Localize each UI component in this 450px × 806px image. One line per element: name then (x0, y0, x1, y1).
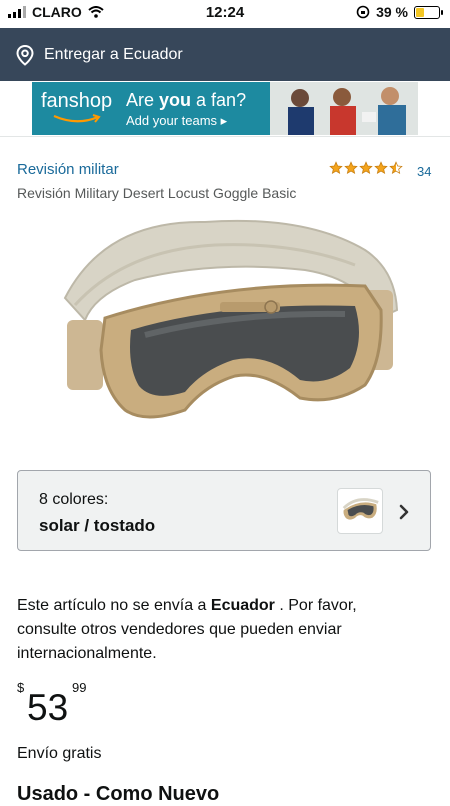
brand-link[interactable]: Revisión militar (17, 161, 119, 178)
item-condition: Usado - Como Nuevo (17, 783, 220, 805)
amazon-smile-icon (53, 114, 101, 123)
shipping-info: Envío gratis (17, 745, 102, 762)
orientation-lock-icon (356, 5, 370, 19)
fanshop-banner[interactable]: fanshop Are you a fan? Add your teams ▸ (32, 82, 418, 135)
selected-color: solar / tostado (39, 516, 156, 535)
star-icon (344, 161, 358, 175)
color-thumbnail (337, 488, 383, 534)
status-right: 39 % (356, 4, 443, 20)
divider (0, 136, 450, 137)
battery-icon (414, 5, 443, 19)
fanshop-logo: fanshop (41, 90, 113, 112)
product-title: Revisión Military Desert Locust Goggle B… (17, 185, 297, 201)
star-icon (374, 161, 388, 175)
star-rating[interactable] (329, 161, 403, 175)
price-whole: 53 (27, 687, 69, 728)
status-bar: CLARO 12:24 39 % (0, 0, 450, 24)
delivery-location-bar[interactable]: Entregar a Ecuador (0, 28, 450, 81)
review-count[interactable]: 34 (417, 164, 431, 179)
battery-percent: 39 % (376, 4, 408, 20)
location-pin-icon (16, 44, 34, 66)
chevron-right-icon (399, 504, 409, 520)
star-icon (329, 161, 343, 175)
add-teams-link[interactable]: Add your teams ▸ (126, 113, 227, 129)
delivery-label: Entregar a Ecuador (44, 45, 183, 63)
color-selector[interactable]: 8 colores: solar / tostado (17, 470, 431, 551)
shipping-notice: Este artículo no se envía a Ecuador . Po… (17, 597, 357, 662)
fans-photo (270, 82, 418, 135)
price-fraction: 99 (72, 680, 87, 695)
color-count-label: 8 colores: (39, 491, 109, 508)
banner-headline: Are you a fan? (126, 90, 247, 110)
star-icon (359, 161, 373, 175)
price-currency: $ (17, 680, 25, 695)
battery-level (416, 7, 425, 17)
product-image[interactable] (45, 210, 405, 450)
star-icon (389, 161, 403, 175)
